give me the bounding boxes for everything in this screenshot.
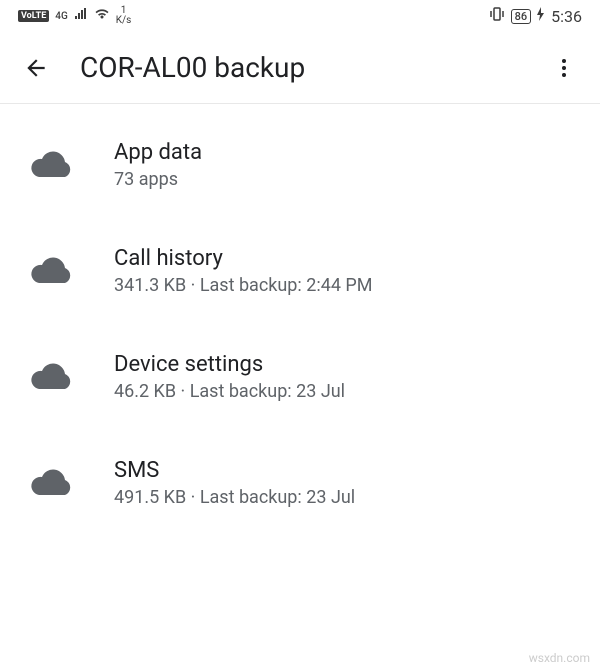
back-button[interactable]	[22, 54, 50, 82]
list-item-app-data[interactable]: App data 73 apps	[0, 112, 600, 218]
overflow-menu-button[interactable]	[550, 54, 578, 82]
item-subtitle: 491.5 KB · Last backup: 23 Jul	[114, 487, 570, 508]
item-title: Device settings	[114, 352, 570, 377]
item-title: SMS	[114, 458, 570, 483]
status-right: 86 5:36	[489, 7, 582, 26]
cloud-icon	[30, 150, 74, 180]
arrow-back-icon	[23, 55, 49, 81]
item-text: Call history 341.3 KB · Last backup: 2:4…	[114, 246, 570, 296]
status-bar: VoLTE 4G 1 K/s 86 5:36	[0, 0, 600, 32]
cloud-icon	[30, 468, 74, 498]
network-speed: 1 K/s	[116, 6, 132, 26]
signal-icon	[74, 8, 88, 24]
status-left: VoLTE 4G 1 K/s	[18, 6, 131, 26]
vibrate-icon	[489, 7, 505, 25]
list-item-call-history[interactable]: Call history 341.3 KB · Last backup: 2:4…	[0, 218, 600, 324]
item-subtitle: 73 apps	[114, 169, 570, 190]
more-vert-icon	[552, 56, 576, 80]
volte-badge: VoLTE	[18, 10, 49, 22]
wifi-icon	[94, 8, 110, 24]
watermark: wsxdn.com	[529, 651, 590, 665]
app-bar: COR-AL00 backup	[0, 32, 600, 104]
item-text: App data 73 apps	[114, 140, 570, 190]
list-item-sms[interactable]: SMS 491.5 KB · Last backup: 23 Jul	[0, 430, 600, 536]
page-title: COR-AL00 backup	[80, 51, 520, 84]
item-subtitle: 46.2 KB · Last backup: 23 Jul	[114, 381, 570, 402]
item-text: SMS 491.5 KB · Last backup: 23 Jul	[114, 458, 570, 508]
battery-indicator: 86	[511, 9, 532, 24]
item-title: Call history	[114, 246, 570, 271]
clock-time: 5:36	[551, 7, 582, 26]
backup-list: App data 73 apps Call history 341.3 KB ·…	[0, 104, 600, 536]
item-text: Device settings 46.2 KB · Last backup: 2…	[114, 352, 570, 402]
network-type: 4G	[55, 11, 68, 22]
list-item-device-settings[interactable]: Device settings 46.2 KB · Last backup: 2…	[0, 324, 600, 430]
cloud-icon	[30, 256, 74, 286]
item-subtitle: 341.3 KB · Last backup: 2:44 PM	[114, 275, 570, 296]
charging-icon	[537, 7, 545, 25]
item-title: App data	[114, 140, 570, 165]
cloud-icon	[30, 362, 74, 392]
